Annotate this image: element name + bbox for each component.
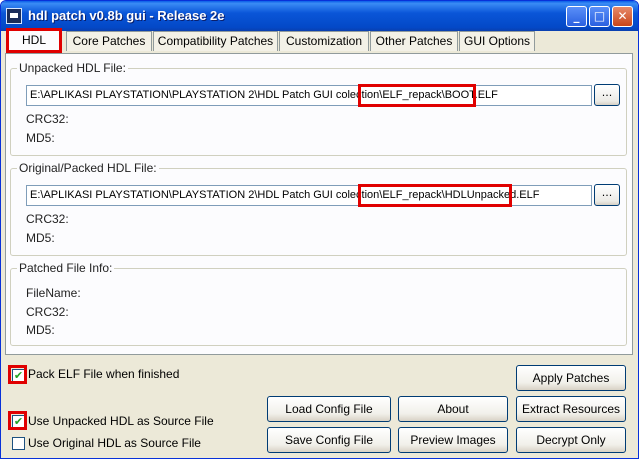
title-bar[interactable]: hdl patch v0.8b gui - Release 2e _ □ ✕ (1, 1, 638, 31)
tab-highlight-box (6, 28, 62, 53)
unpacked-group-label: Unpacked HDL File: (17, 61, 128, 75)
patched-group-label: Patched File Info: (17, 261, 115, 275)
original-browse-button[interactable]: ... (594, 184, 620, 206)
about-button[interactable]: About (398, 396, 508, 422)
load-config-button[interactable]: Load Config File (267, 396, 391, 422)
use-original-checkbox[interactable] (12, 437, 25, 450)
patched-crc-label: CRC32: (26, 305, 69, 319)
unpacked-path-highlight-box (358, 84, 476, 107)
pack-elf-highlight-box (8, 365, 27, 384)
tab-compatibility-patches[interactable]: Compatibility Patches (153, 31, 278, 51)
tab-strip: HDL Files Core Patches Compatibility Pat… (5, 28, 633, 66)
extract-resources-button[interactable]: Extract Resources (516, 396, 626, 422)
app-window: hdl patch v0.8b gui - Release 2e _ □ ✕ H… (0, 0, 639, 459)
patched-filename-label: FileName: (26, 286, 81, 300)
use-unpacked-highlight-box (8, 411, 27, 430)
unpacked-group (10, 68, 627, 156)
apply-patches-button[interactable]: Apply Patches (516, 365, 626, 391)
original-path-prefix: E:\APLIKASI PLAYSTATION\PLAYSTATION 2\HD… (30, 189, 383, 201)
original-group (10, 168, 627, 256)
minimize-button[interactable]: _ (566, 6, 587, 27)
save-config-button[interactable]: Save Config File (267, 427, 391, 453)
unpacked-path-input[interactable]: E:\APLIKASI PLAYSTATION\PLAYSTATION 2\HD… (26, 85, 592, 106)
tab-gui-options[interactable]: GUI Options (459, 31, 535, 51)
original-path-highlight-box (358, 184, 512, 207)
use-unpacked-label[interactable]: Use Unpacked HDL as Source File (28, 414, 214, 428)
original-crc-label: CRC32: (26, 212, 69, 226)
app-icon[interactable] (6, 8, 22, 24)
original-md5-label: MD5: (26, 231, 55, 245)
decrypt-only-button[interactable]: Decrypt Only (516, 427, 626, 453)
unpacked-path-prefix: E:\APLIKASI PLAYSTATION\PLAYSTATION 2\HD… (30, 89, 383, 101)
unpacked-md5-label: MD5: (26, 131, 55, 145)
original-group-label: Original/Packed HDL File: (17, 161, 159, 175)
use-original-label[interactable]: Use Original HDL as Source File (28, 436, 201, 450)
patched-md5-label: MD5: (26, 323, 55, 337)
preview-images-button[interactable]: Preview Images (398, 427, 508, 453)
unpacked-crc-label: CRC32: (26, 112, 69, 126)
window-title: hdl patch v0.8b gui - Release 2e (28, 8, 225, 23)
close-button[interactable]: ✕ (612, 6, 633, 27)
maximize-button[interactable]: □ (589, 6, 610, 27)
unpacked-browse-button[interactable]: ... (594, 84, 620, 106)
tab-other-patches[interactable]: Other Patches (370, 31, 458, 51)
patched-group (10, 268, 627, 346)
pack-elf-label[interactable]: Pack ELF File when finished (28, 367, 179, 381)
tab-customization[interactable]: Customization (279, 31, 369, 51)
tab-core-patches[interactable]: Core Patches (66, 31, 152, 51)
